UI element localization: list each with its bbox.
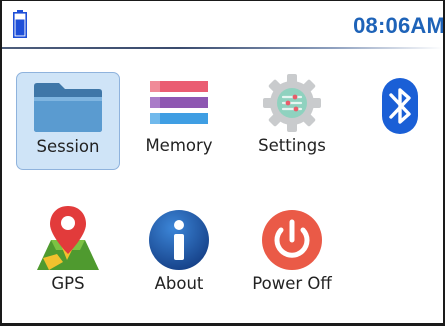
- bluetooth-icon: [382, 78, 418, 134]
- menu-item-label: GPS: [51, 274, 85, 293]
- device-screen: 08:06AM Session Memory Settings GPS Abou…: [0, 0, 445, 326]
- status-divider: [2, 47, 443, 49]
- power-icon: [262, 210, 322, 270]
- gear-icon: [263, 74, 321, 132]
- menu-item-memory[interactable]: Memory: [127, 72, 231, 170]
- memory-stack-icon: [150, 81, 208, 124]
- map-pin-icon: [37, 206, 99, 270]
- battery-icon: [13, 10, 27, 38]
- menu-item-session[interactable]: Session: [16, 72, 120, 170]
- info-icon: [149, 210, 209, 270]
- menu-item-label: Session: [36, 137, 100, 156]
- menu-item-gps[interactable]: GPS: [16, 204, 120, 302]
- status-bar: 08:06AM: [2, 1, 443, 51]
- menu-item-label: Memory: [145, 136, 213, 155]
- menu-item-about[interactable]: About: [127, 204, 231, 302]
- menu-item-label: Power Off: [252, 274, 332, 293]
- menu-item-bluetooth[interactable]: [348, 72, 443, 170]
- menu-item-label: Settings: [258, 136, 326, 155]
- menu-item-power-off[interactable]: Power Off: [240, 204, 344, 302]
- clock-time: 08:06AM: [353, 13, 445, 38]
- menu-item-label: About: [154, 274, 204, 293]
- folder-icon: [34, 83, 102, 132]
- menu-item-settings[interactable]: Settings: [240, 72, 344, 170]
